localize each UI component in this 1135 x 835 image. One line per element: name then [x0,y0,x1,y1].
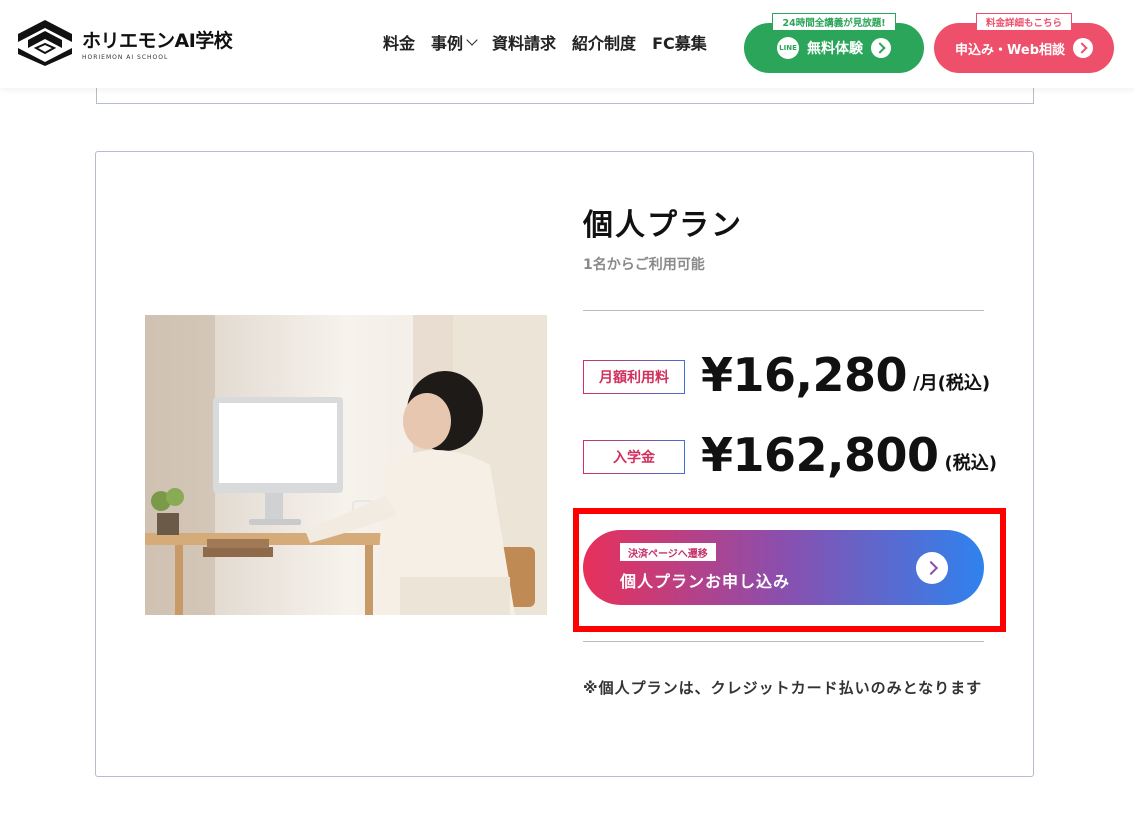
cta-label: 個人プランお申し込み [620,572,791,591]
arrow-right-icon [916,552,948,584]
free-trial-label: 無料体験 [807,41,863,57]
nav-item-cases-label: 事例 [431,34,464,53]
nav-item-cases[interactable]: 事例 [431,30,478,54]
entry-fee-label: 入学金 [583,440,685,474]
plan-subtitle: 1名からご利用可能 [583,257,705,273]
logo[interactable]: ホリエモンAI学校 HORIEMON AI SCHOOL [14,18,233,68]
entry-fee-amount: ¥162,800 [701,428,939,482]
monthly-fee-label: 月額利用料 [583,360,685,394]
divider-top [583,310,984,311]
monthly-price-row: 月額利用料 ¥16,280 /月(税込) [583,352,990,398]
monthly-fee-amount: ¥16,280 [701,348,908,402]
arrow-right-icon [1073,38,1093,58]
logo-text: ホリエモンAI学校 HORIEMON AI SCHOOL [82,26,233,61]
arrow-right-icon [871,38,891,58]
chevron-down-icon [466,34,478,46]
entry-price-row: 入学金 ¥162,800 (税込) [583,432,997,478]
site-header: ホリエモンAI学校 HORIEMON AI SCHOOL 料金 事例 資料請求 … [0,0,1135,88]
nav-item-fc-recruit[interactable]: FC募集 [652,30,707,54]
free-trial-tag: 24時間全講義が見放題! [772,13,896,31]
main-nav: 料金 事例 資料請求 紹介制度 FC募集 [383,30,707,54]
apply-consult-label: 申込み・Web相談 [955,42,1065,58]
line-icon: LINE [777,37,799,59]
payment-note: ※個人プランは、クレジットカード払いのみとなります [583,679,983,697]
woman-at-computer-image [145,315,547,615]
entry-fee-unit: (税込) [944,453,997,474]
apply-tag: 料金詳細もこちら [976,13,1072,31]
plan-title: 個人プラン [583,208,743,243]
monthly-fee-unit: /月(税込) [913,373,991,394]
nav-item-documents[interactable]: 資料請求 [492,30,556,54]
logo-subtitle: HORIEMON AI SCHOOL [82,53,169,61]
nav-item-referral[interactable]: 紹介制度 [572,30,636,54]
logo-name: ホリエモンAI学校 [82,29,233,52]
logo-mark-icon [18,20,72,66]
plan-photo [145,315,547,615]
nav-item-pricing[interactable]: 料金 [383,30,415,54]
personal-plan-apply-button[interactable]: 決済ページへ遷移 個人プランお申し込み [583,530,984,605]
divider-bottom [583,641,984,642]
cta-tag: 決済ページへ遷移 [620,543,716,561]
